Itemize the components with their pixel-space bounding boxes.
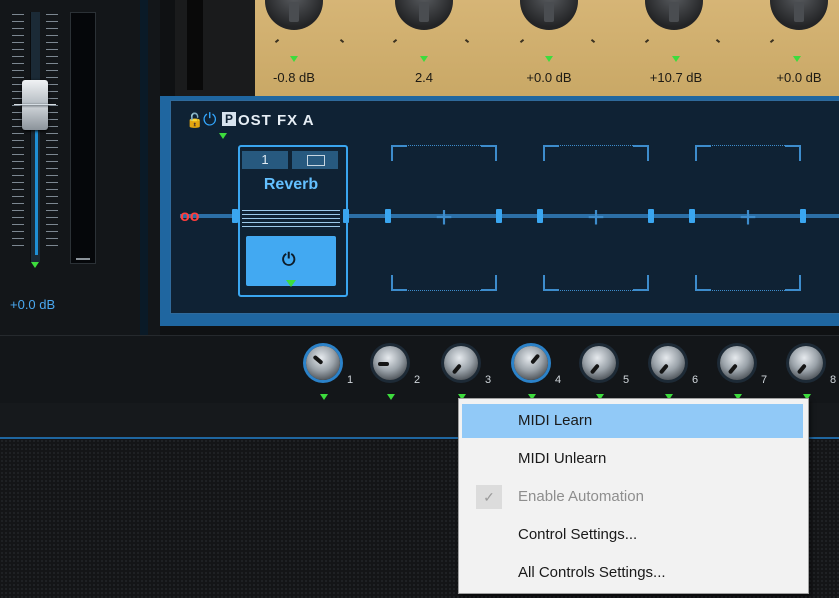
macro-knob-indicator [387, 394, 395, 400]
level-meter [70, 12, 96, 264]
macro-knob-6[interactable] [651, 346, 685, 380]
fx-chain-title: OST FX A [238, 112, 315, 129]
amp-knob-indicator [672, 56, 680, 62]
checkmark-icon: ✓ [476, 485, 502, 509]
context-menu: MIDI Learn MIDI Unlearn ✓ Enable Automat… [458, 398, 809, 594]
macro-knob-label: 1 [347, 374, 354, 386]
amp-knob-indicator [793, 56, 801, 62]
macro-knob-label: 5 [623, 374, 630, 386]
stereo-link-icon[interactable]: oo [180, 208, 200, 226]
add-effect-icon: + [739, 201, 757, 234]
amp-knob[interactable] [645, 0, 703, 30]
title-initial: P [222, 112, 236, 126]
menu-item-enable-automation: ✓ Enable Automation [462, 480, 803, 514]
empty-effect-slot[interactable]: + [695, 145, 801, 291]
amp-knob-value: -0.8 dB [273, 70, 315, 85]
empty-effect-slot[interactable]: + [543, 145, 649, 291]
macro-knob-1[interactable] [306, 346, 340, 380]
fader-scale-left [12, 14, 24, 252]
editor-window-icon[interactable] [292, 151, 338, 169]
amp-panel: -0.8 dB 2.4 +0.0 dB +10.7 dB +0.0 dB [175, 0, 839, 99]
add-effect-icon: + [435, 201, 453, 234]
macro-knob-label: 3 [485, 374, 492, 386]
effect-grille [242, 210, 340, 230]
macro-knob-bar [0, 335, 839, 404]
macro-knob-2[interactable] [373, 346, 407, 380]
amp-knob-value: +0.0 dB [776, 70, 822, 85]
macro-knob-7[interactable] [720, 346, 754, 380]
macro-knob-3[interactable] [444, 346, 478, 380]
macro-knob-label: 4 [555, 374, 562, 386]
amp-knob-indicator [420, 56, 428, 62]
effect-name: Reverb [263, 176, 319, 193]
chain-connector [343, 209, 349, 223]
macro-knob-label: 7 [761, 374, 768, 386]
macro-knob-5[interactable] [582, 346, 616, 380]
fader-automation-indicator [31, 262, 39, 268]
power-icon: ⏻ [282, 250, 296, 269]
macro-knob-label: 6 [692, 374, 699, 386]
amp-panel-edge [175, 0, 255, 96]
empty-effect-slot[interactable]: + [391, 145, 497, 291]
amp-knob-value: +0.0 dB [526, 70, 572, 85]
macro-knob-8[interactable] [789, 346, 823, 380]
menu-item-midi-unlearn[interactable]: MIDI Unlearn [462, 442, 803, 476]
macro-knob-label: 8 [830, 374, 837, 386]
fader-handle[interactable] [14, 80, 56, 130]
fader-value: +0.0 dB [10, 297, 56, 312]
macro-knob-indicator [320, 394, 328, 400]
panel-divider [140, 0, 148, 335]
menu-item-all-controls-settings[interactable]: All Controls Settings... [462, 556, 803, 590]
unlock-icon[interactable]: 🔓 [186, 112, 203, 129]
power-icon[interactable]: ⏻ [203, 110, 216, 130]
amp-knob[interactable] [520, 0, 578, 30]
add-effect-icon: + [587, 201, 605, 234]
slot-number: 1 [242, 151, 288, 169]
amp-knob-value: 2.4 [414, 70, 434, 85]
amp-knob-value: +10.7 dB [649, 70, 703, 85]
macro-knob-4[interactable] [514, 346, 548, 380]
fader-scale-right [46, 14, 58, 252]
amp-knob[interactable] [265, 0, 323, 30]
menu-item-control-settings[interactable]: Control Settings... [462, 518, 803, 552]
fader-level [35, 110, 38, 255]
amp-knob-indicator [290, 56, 298, 62]
macro-knob-label: 2 [414, 374, 421, 386]
bypass-automation-indicator [286, 280, 296, 287]
power-automation-indicator [219, 133, 227, 139]
meter-peak-marker [76, 258, 90, 260]
chain-connector [232, 209, 238, 223]
amp-knob[interactable] [770, 0, 828, 30]
amp-knob[interactable] [395, 0, 453, 30]
amp-knob-indicator [545, 56, 553, 62]
menu-item-midi-learn[interactable]: MIDI Learn [462, 404, 803, 438]
